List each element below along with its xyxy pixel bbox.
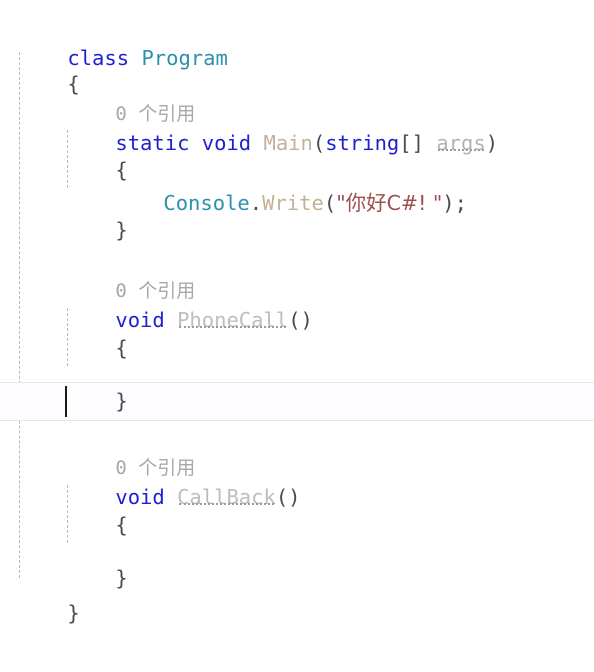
code-line-class-close-brace[interactable]: } — [0, 555, 594, 625]
code-line-main-close-brace[interactable]: } — [0, 172, 594, 242]
code-line-callback-open-brace[interactable]: { — [0, 467, 594, 537]
code-line-callback-close-brace[interactable]: } — [0, 520, 594, 590]
code-line-phonecall-close-brace[interactable]: } — [0, 343, 594, 413]
code-line-phonecall-open-brace[interactable]: { — [0, 290, 594, 360]
class-close-brace: } — [67, 601, 80, 625]
code-editor[interactable]: class Program { 0 个引用 static void Main(s… — [0, 0, 594, 625]
